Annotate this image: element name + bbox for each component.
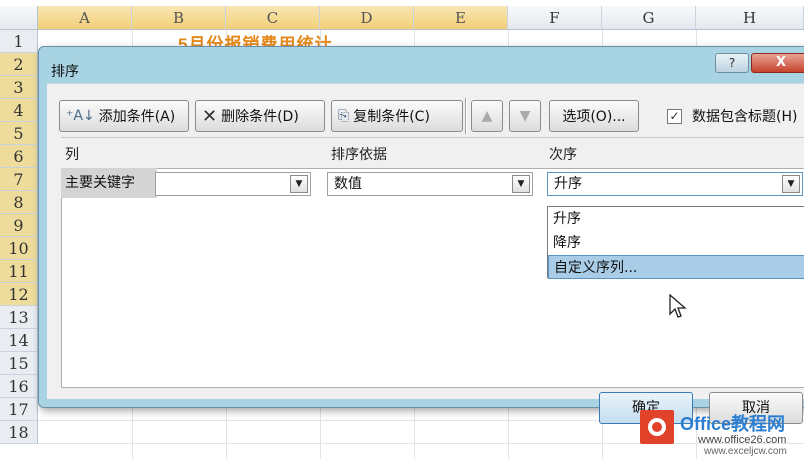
row-header-14[interactable]: 14 [0, 329, 38, 352]
watermark-brand: Office教程网 [680, 414, 786, 434]
toolbar-separator [465, 98, 467, 134]
order-option-ascending[interactable]: 升序 [548, 207, 804, 231]
chevron-down-icon[interactable]: ▼ [782, 175, 800, 193]
row-header-7[interactable]: 7 [0, 168, 38, 191]
delete-condition-button[interactable]: ✕ 删除条件(D) [195, 100, 325, 132]
add-level-icon: ⁺A↓ [66, 108, 95, 124]
select-all-corner[interactable] [0, 6, 38, 30]
column-header-b[interactable]: B [132, 6, 226, 30]
move-down-icon: ▼ [519, 108, 531, 124]
column-header-g[interactable]: G [602, 6, 696, 30]
order-heading: 次序 [549, 147, 577, 163]
row-header-5[interactable]: 5 [0, 122, 38, 145]
row-header-8[interactable]: 8 [0, 191, 38, 214]
sort-on-select[interactable]: 数值 ▼ [327, 172, 533, 196]
add-condition-label: 添加条件(A) [98, 109, 176, 125]
move-up-button[interactable]: ▲ [471, 100, 503, 132]
sort-on-select-value: 数值 [334, 176, 362, 192]
column-header-e[interactable]: E [414, 6, 508, 30]
order-option-custom-list[interactable]: 自定义序列... [548, 255, 804, 279]
dialog-body: ⁺A↓ 添加条件(A) ✕ 删除条件(D) ⎘ 复制条件(C) ▲ ▼ 选项(O… [47, 83, 804, 424]
row-header-10[interactable]: 10 [0, 237, 38, 260]
delete-x-icon: ✕ [202, 105, 218, 127]
primary-key-label: 主要关键字 [65, 175, 135, 191]
column-header-a[interactable]: A [38, 6, 132, 30]
row-header-9[interactable]: 9 [0, 214, 38, 237]
dialog-title: 排序 [51, 64, 79, 80]
office-logo-icon [640, 410, 674, 444]
has-headers-option[interactable]: ✓ 数据包含标题(H) [667, 106, 797, 126]
move-up-icon: ▲ [481, 108, 493, 124]
row-header-15[interactable]: 15 [0, 352, 38, 375]
options-button[interactable]: 选项(O)... [549, 100, 639, 132]
chevron-down-icon[interactable]: ▼ [512, 175, 530, 193]
row-header-6[interactable]: 6 [0, 145, 38, 168]
column-header-c[interactable]: C [226, 6, 320, 30]
order-option-descending[interactable]: 降序 [548, 231, 804, 255]
delete-condition-label: 删除条件(D) [221, 109, 299, 125]
options-label: 选项(O)... [562, 109, 626, 125]
watermark-url-2: www.exceljcw.com [704, 446, 787, 457]
column-header-f[interactable]: F [508, 6, 602, 30]
sort-dialog: 排序 ? X ⁺A↓ 添加条件(A) ✕ 删除条件(D) ⎘ 复制条件(C) ▲… [38, 46, 804, 424]
row-header-16[interactable]: 16 [0, 375, 38, 398]
gridline [38, 443, 804, 444]
move-down-button[interactable]: ▼ [509, 100, 541, 132]
sort-on-heading: 排序依据 [331, 147, 387, 163]
order-dropdown-list: 升序 降序 自定义序列... [547, 206, 804, 279]
row-header-12[interactable]: 12 [0, 283, 38, 306]
row-header-1[interactable]: 1 [0, 30, 38, 53]
copy-icon: ⎘ [338, 108, 350, 124]
header-divider [61, 137, 804, 138]
has-headers-label: 数据包含标题(H) [692, 109, 798, 125]
watermark-url-1: www.office26.com [698, 434, 787, 446]
copy-condition-button[interactable]: ⎘ 复制条件(C) [331, 100, 463, 132]
column-header-d[interactable]: D [320, 6, 414, 30]
close-button[interactable]: X [751, 53, 804, 73]
mouse-pointer-icon [669, 294, 687, 318]
column-heading: 列 [65, 147, 79, 163]
row-header-17[interactable]: 17 [0, 398, 38, 421]
row-header-2[interactable]: 2 [0, 53, 38, 76]
row-header-3[interactable]: 3 [0, 76, 38, 99]
order-select[interactable]: 升序 ▼ [547, 172, 803, 196]
add-condition-button[interactable]: ⁺A↓ 添加条件(A) [59, 100, 189, 132]
row-header-13[interactable]: 13 [0, 306, 38, 329]
chevron-down-icon[interactable]: ▼ [290, 175, 308, 193]
column-header-h[interactable]: H [696, 6, 804, 30]
order-select-value: 升序 [554, 176, 582, 192]
column-select[interactable]: ▼ [155, 172, 311, 196]
copy-condition-label: 复制条件(C) [353, 109, 430, 125]
row-header-4[interactable]: 4 [0, 99, 38, 122]
checkmark-icon[interactable]: ✓ [667, 108, 682, 124]
help-button[interactable]: ? [715, 53, 749, 73]
row-header-18[interactable]: 18 [0, 421, 38, 444]
row-header-11[interactable]: 11 [0, 260, 38, 283]
